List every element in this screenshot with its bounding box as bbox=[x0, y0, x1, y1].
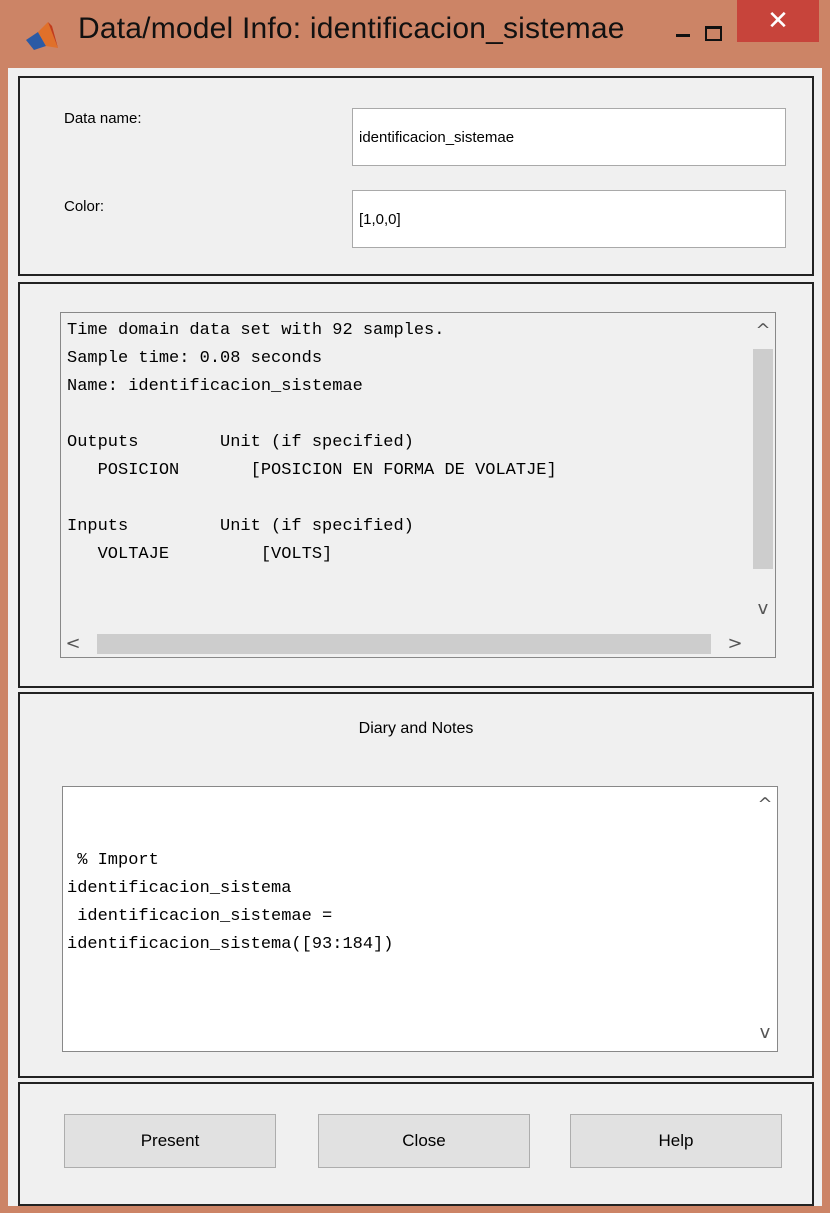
dialog-window: Data/model Info: identificacion_sistemae… bbox=[0, 0, 830, 1213]
maximize-button[interactable] bbox=[696, 18, 730, 48]
diary-label: Diary and Notes bbox=[358, 720, 474, 737]
button-panel: Present Close Help bbox=[18, 1082, 814, 1206]
data-name-field[interactable]: identificacion_sistemae bbox=[352, 108, 786, 166]
info-text-line bbox=[67, 401, 557, 429]
diary-text-line: % Import bbox=[67, 851, 159, 870]
minimize-button[interactable] bbox=[666, 18, 700, 48]
properties-panel: Data name: identificacion_sistemae Color… bbox=[18, 76, 814, 276]
diary-text-line: identificacion_sistema bbox=[67, 879, 292, 898]
info-text-line: Time domain data set with 92 samples. bbox=[67, 321, 445, 340]
diary-text-line bbox=[67, 819, 393, 847]
info-panel: Time domain data set with 92 samples. Sam… bbox=[18, 282, 814, 688]
diary-text: % Import identificacion_sistema identific… bbox=[67, 791, 393, 959]
info-textbox[interactable]: Time domain data set with 92 samples. Sam… bbox=[60, 312, 776, 658]
color-value: [1,0,0] bbox=[359, 210, 401, 228]
diary-text-line: identificacion_sistemae = bbox=[67, 907, 333, 926]
diary-panel: Diary and Notes % Import identificacion_s… bbox=[18, 692, 814, 1078]
window-title: Data/model Info: identificacion_sistemae bbox=[78, 12, 625, 45]
matlab-icon bbox=[24, 20, 60, 52]
info-text-line: POSICION [POSICION EN FORMA DE VOLATJE] bbox=[67, 461, 557, 480]
scroll-down-arrow-icon[interactable]: v bbox=[753, 599, 773, 619]
info-vertical-scrollbar[interactable]: ^ v bbox=[751, 313, 775, 631]
info-vertical-scroll-thumb[interactable] bbox=[753, 349, 773, 569]
color-field[interactable]: [1,0,0] bbox=[352, 190, 786, 248]
data-name-label: Data name: bbox=[64, 110, 142, 127]
scroll-up-arrow-icon[interactable]: ^ bbox=[755, 795, 775, 815]
close-window-button[interactable]: ✕ bbox=[737, 0, 819, 42]
data-name-value: identificacion_sistemae bbox=[359, 128, 515, 146]
info-horizontal-scroll-thumb[interactable] bbox=[97, 634, 711, 654]
diary-textbox[interactable]: % Import identificacion_sistema identific… bbox=[62, 786, 778, 1052]
info-text-line: VOLTAJE [VOLTS] bbox=[67, 545, 333, 564]
info-horizontal-scrollbar[interactable]: < > bbox=[61, 631, 751, 657]
scroll-up-arrow-icon[interactable]: ^ bbox=[753, 321, 773, 341]
info-text-line: Sample time: 0.08 seconds bbox=[67, 349, 323, 368]
close-button[interactable]: Close bbox=[318, 1114, 530, 1168]
diary-text-line: identificacion_sistema([93:184]) bbox=[67, 935, 394, 954]
diary-vertical-scrollbar[interactable]: ^ v bbox=[753, 787, 777, 1051]
info-text-line bbox=[67, 485, 557, 513]
info-text-line: Outputs Unit (if specified) bbox=[67, 433, 414, 452]
title-bar[interactable]: Data/model Info: identificacion_sistemae… bbox=[0, 0, 830, 68]
scroll-down-arrow-icon[interactable]: v bbox=[755, 1023, 775, 1043]
scroll-right-arrow-icon[interactable]: > bbox=[725, 634, 745, 654]
present-button[interactable]: Present bbox=[64, 1114, 276, 1168]
diary-text-line bbox=[67, 791, 393, 819]
info-text-line: Name: identificacion_sistemae bbox=[67, 377, 363, 396]
info-text-line: Inputs Unit (if specified) bbox=[67, 517, 414, 536]
color-label: Color: bbox=[64, 198, 105, 215]
scroll-left-arrow-icon[interactable]: < bbox=[63, 634, 83, 654]
info-text: Time domain data set with 92 samples. Sam… bbox=[67, 317, 557, 569]
help-button[interactable]: Help bbox=[570, 1114, 782, 1168]
